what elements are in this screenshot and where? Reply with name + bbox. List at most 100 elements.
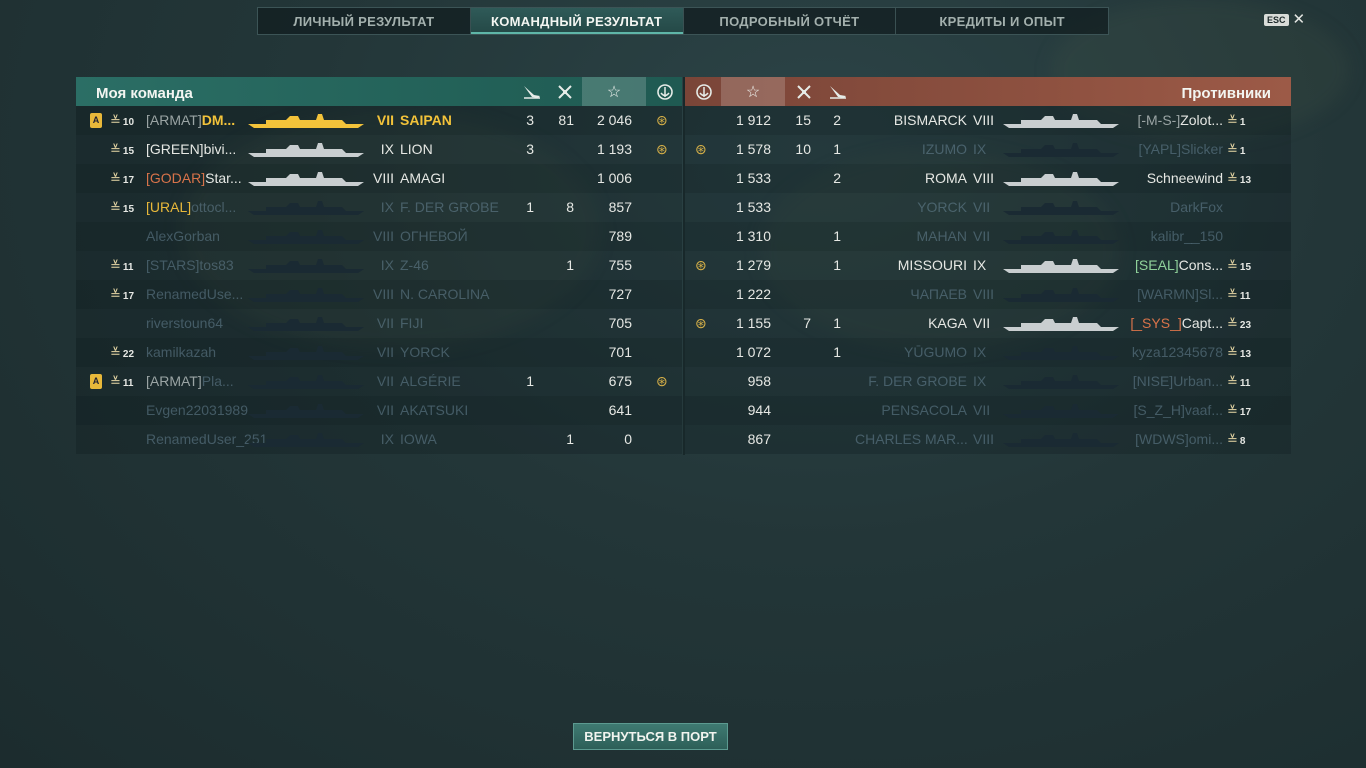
table-row[interactable]: ≚ 11 [STARS]tos83 IX Z-46 1 755 xyxy=(76,251,682,280)
tab-credits-xp[interactable]: КРЕДИТЫ И ОПЫТ xyxy=(896,8,1108,34)
rank-badge: ≚ 13 xyxy=(1227,338,1261,367)
player-name[interactable]: Schneewind xyxy=(1121,164,1223,193)
ship-tier: VII xyxy=(376,315,394,331)
player-name[interactable]: RenamedUse... xyxy=(146,280,246,309)
player-name[interactable]: AlexGorban xyxy=(146,222,246,251)
base-xp: 1 222 xyxy=(735,286,771,302)
medal-icon[interactable] xyxy=(687,77,721,106)
clan-tag: [GODAR] xyxy=(146,170,206,186)
table-row[interactable]: 1 222 ЧАПАЕВ VIII [WARMN]Sl... ≚ 11 xyxy=(685,280,1291,309)
medal-icon: ⊛ xyxy=(656,112,668,128)
ship-silhouette-icon xyxy=(248,114,364,128)
table-row[interactable]: 867 CHARLES MAR... VIII [WDWS]omi... ≚ 8 xyxy=(685,425,1291,454)
player-name[interactable]: [NISE]Urban... xyxy=(1121,367,1223,396)
planes-destroyed: 1 xyxy=(833,257,841,273)
tab-team-result[interactable]: КОМАНДНЫЙ РЕЗУЛЬТАТ xyxy=(470,8,684,34)
ship-tier: VII xyxy=(376,344,394,360)
planes-destroyed xyxy=(516,309,534,338)
player-name[interactable]: Evgen22031989 xyxy=(146,396,248,425)
table-row[interactable]: 1 533 YORCK VII DarkFox xyxy=(685,193,1291,222)
rank-chevron-icon: ≚ xyxy=(1227,287,1238,302)
result-tabs: ЛИЧНЫЙ РЕЗУЛЬТАТ КОМАНДНЫЙ РЕЗУЛЬТАТ ПОД… xyxy=(257,7,1109,35)
planes-destroyed-icon[interactable] xyxy=(517,77,547,106)
player-name[interactable]: [URAL]ottocl... xyxy=(146,193,246,222)
xp-star-icon[interactable]: ☆ xyxy=(582,77,646,106)
player-name[interactable]: [STARS]tos83 xyxy=(146,251,246,280)
frags-icon[interactable] xyxy=(550,77,580,106)
table-row[interactable]: A ≚ 10 [ARMAT]DM... VII SAIPAN 3 81 2 046 ⊛ xyxy=(76,106,682,135)
return-to-port-button[interactable]: ВЕРНУТЬСЯ В ПОРТ xyxy=(573,723,728,750)
player-name[interactable]: kyza12345678 xyxy=(1121,338,1223,367)
rank-level: 15 xyxy=(122,146,135,157)
rank-level: 11 xyxy=(122,262,134,273)
table-row[interactable]: ≚ 15 [GREEN]bivi... IX LION 3 1 193 ⊛ xyxy=(76,135,682,164)
table-row[interactable]: AlexGorban VIII ОГНЕВОЙ 789 xyxy=(76,222,682,251)
rank-chevron-icon: ≚ xyxy=(1227,403,1238,418)
base-xp: 789 xyxy=(608,228,632,244)
player-name[interactable]: DarkFox xyxy=(1121,193,1223,222)
frags-count: 7 xyxy=(803,315,811,331)
table-row[interactable]: ⊛ 1 279 1 MISSOURI IX [SEAL]Cons... ≚ 15 xyxy=(685,251,1291,280)
ship-tier: IX xyxy=(973,141,987,157)
xp-star-icon[interactable]: ☆ xyxy=(721,77,785,106)
player-name[interactable]: [WDWS]omi... xyxy=(1121,425,1223,454)
rank-badge: ≚ 17 xyxy=(110,280,144,309)
player-nickname: DarkFox xyxy=(1170,199,1223,215)
table-row[interactable]: 1 533 2 ROMA VIII Schneewind ≚ 13 xyxy=(685,164,1291,193)
table-row[interactable]: 958 F. DER GROBE IX [NISE]Urban... ≚ 11 xyxy=(685,367,1291,396)
ship-tier: VII xyxy=(973,402,991,418)
table-row[interactable]: Evgen22031989 VII AKATSUKI 641 xyxy=(76,396,682,425)
player-name[interactable]: riverstoun64 xyxy=(146,309,246,338)
table-row[interactable]: 1 310 1 MAHAN VII kalibr__150 xyxy=(685,222,1291,251)
close-button[interactable]: ESC ✕ xyxy=(1264,12,1305,27)
planes-destroyed-icon[interactable] xyxy=(823,77,853,106)
ship-name: F. DER GROBE xyxy=(868,373,967,389)
base-xp: 867 xyxy=(747,431,771,447)
ship-silhouette-icon xyxy=(1003,433,1119,447)
ship-tier: VII xyxy=(973,315,991,331)
my-team-title: Моя команда xyxy=(96,85,193,102)
player-name[interactable]: [ARMAT]DM... xyxy=(146,106,246,135)
ship-silhouette-icon xyxy=(248,317,364,331)
player-name[interactable]: [GODAR]Star... xyxy=(146,164,246,193)
medal-icon[interactable] xyxy=(648,77,682,106)
table-row[interactable]: ⊛ 1 578 10 1 IZUMO IX [YAPL]Slicker ≚ 1 xyxy=(685,135,1291,164)
rank-badge: ≚ 17 xyxy=(110,164,144,193)
table-row[interactable]: ⊛ 1 155 7 1 KAGA VII [_SYS_]Capt... ≚ 23 xyxy=(685,309,1291,338)
player-name[interactable]: [-M-S-]Zolot... xyxy=(1121,106,1223,135)
player-name[interactable]: [S_Z_H]vaaf... xyxy=(1121,396,1224,425)
rank-chevron-icon: ≚ xyxy=(110,142,121,157)
ship-name: YORCK xyxy=(917,199,967,215)
table-row[interactable]: 1 072 1 YŪGUMO IX kyza12345678 ≚ 13 xyxy=(685,338,1291,367)
player-name[interactable]: [GREEN]bivi... xyxy=(146,135,246,164)
player-name[interactable]: [YAPL]Slicker xyxy=(1121,135,1223,164)
table-row[interactable]: RenamedUser_251... IX IOWA 1 0 xyxy=(76,425,682,454)
player-name[interactable]: kamilkazah xyxy=(146,338,246,367)
player-name[interactable]: [_SYS_]Capt... xyxy=(1121,309,1223,338)
player-name[interactable]: [ARMAT]Pla... xyxy=(146,367,246,396)
table-row[interactable]: ≚ 22 kamilkazah VII YORCK 701 xyxy=(76,338,682,367)
player-name[interactable]: [SEAL]Cons... xyxy=(1121,251,1223,280)
rank-level: 1 xyxy=(1239,117,1246,128)
rank-level: 22 xyxy=(122,349,135,360)
table-row[interactable]: 1 912 15 2 BISMARCK VIII [-M-S-]Zolot... ≚ 1 xyxy=(685,106,1291,135)
table-row[interactable]: ≚ 17 [GODAR]Star... VIII AMAGI 1 006 xyxy=(76,164,682,193)
rank-chevron-icon: ≚ xyxy=(110,113,121,128)
tab-personal-result[interactable]: ЛИЧНЫЙ РЕЗУЛЬТАТ xyxy=(258,8,471,34)
ship-silhouette-icon xyxy=(248,143,364,157)
planes-destroyed xyxy=(516,396,534,425)
table-row[interactable]: riverstoun64 VII FIJI 705 xyxy=(76,309,682,338)
table-row[interactable]: 944 PENSACOLA VII [S_Z_H]vaaf... ≚ 17 xyxy=(685,396,1291,425)
player-name[interactable]: RenamedUser_251... xyxy=(146,425,279,454)
player-name[interactable]: [WARMN]Sl... xyxy=(1121,280,1223,309)
player-name[interactable]: kalibr__150 xyxy=(1121,222,1223,251)
player-nickname: DM... xyxy=(201,112,236,128)
table-row[interactable]: ≚ 15 [URAL]ottocl... IX F. DER GROBE 1 8 857 xyxy=(76,193,682,222)
table-row[interactable]: ≚ 17 RenamedUse... VIII N. CAROLINA 727 xyxy=(76,280,682,309)
rank-level: 11 xyxy=(1239,291,1251,302)
tab-detailed-report[interactable]: ПОДРОБНЫЙ ОТЧЁТ xyxy=(684,8,897,34)
ship-tier: IX xyxy=(973,344,987,360)
frags-icon[interactable] xyxy=(789,77,819,106)
frags-count xyxy=(550,309,574,338)
table-row[interactable]: A ≚ 11 [ARMAT]Pla... VII ALGÉRIE 1 675 ⊛ xyxy=(76,367,682,396)
